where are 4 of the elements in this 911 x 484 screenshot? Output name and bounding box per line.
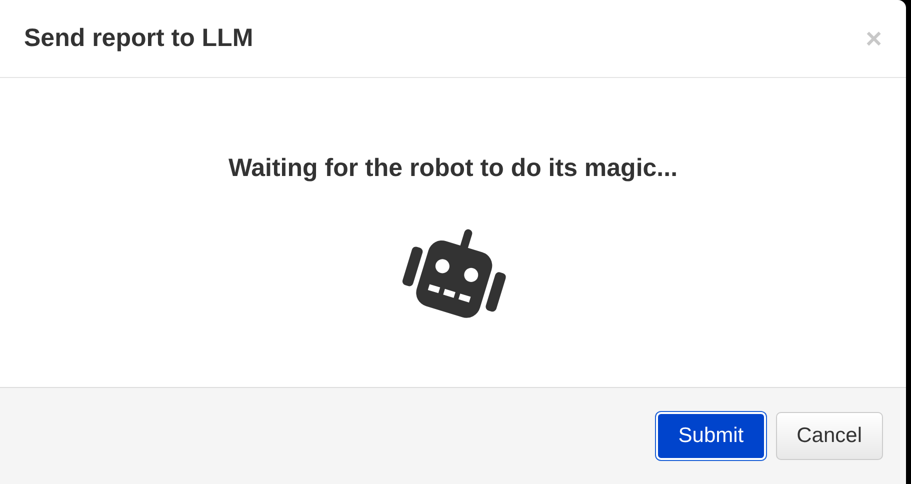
submit-button[interactable]: Submit xyxy=(656,412,766,460)
dialog-title: Send report to LLM xyxy=(24,24,254,53)
cancel-button[interactable]: Cancel xyxy=(776,412,883,460)
status-message: Waiting for the robot to do its magic... xyxy=(228,154,678,183)
